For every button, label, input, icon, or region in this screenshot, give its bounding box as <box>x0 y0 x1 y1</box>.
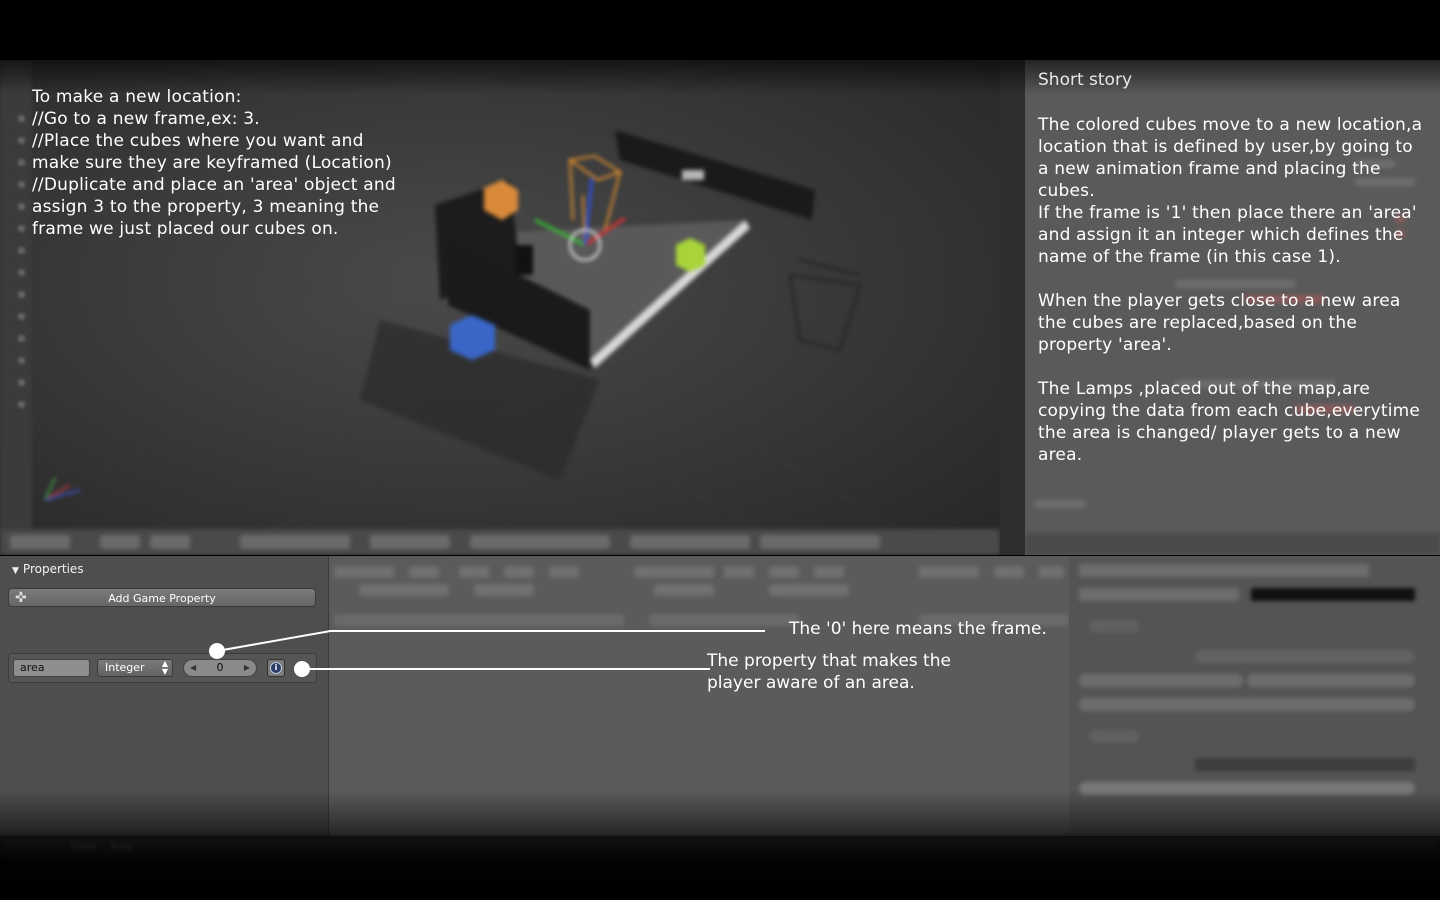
text-editor-header[interactable] <box>1025 533 1440 555</box>
tool-shelf-strip[interactable] <box>0 60 32 530</box>
logic-brick <box>504 566 534 578</box>
property-widget <box>1079 698 1415 711</box>
logic-brick <box>814 566 844 578</box>
logic-brick <box>769 566 799 578</box>
instructions-text: To make a new location: //Go to a new fr… <box>32 87 396 239</box>
property-widget <box>1089 730 1139 743</box>
property-type-label: Integer <box>105 661 145 674</box>
tool-shelf-dot <box>18 379 25 386</box>
logic-brick <box>654 584 714 596</box>
viewport-header[interactable] <box>0 529 1000 555</box>
logic-brick <box>634 566 714 578</box>
increment-arrow-icon[interactable]: ▶ <box>244 660 250 676</box>
tool-shelf-dot <box>18 225 25 232</box>
area-divider[interactable] <box>1000 60 1025 555</box>
header-menu-blob[interactable] <box>150 535 190 549</box>
info-icon: i <box>270 662 282 674</box>
game-property-row: area Integer ▲ ▼ ◀ 0 ▶ i <box>8 653 317 683</box>
tool-shelf-dot <box>18 203 25 210</box>
logic-brick <box>549 566 579 578</box>
tool-shelf-dot <box>18 137 25 144</box>
logic-brick <box>724 566 754 578</box>
logic-brick <box>459 566 489 578</box>
tool-shelf-dot <box>18 401 25 408</box>
decrement-arrow-icon[interactable]: ◀ <box>190 660 196 676</box>
callout-line-frame <box>329 630 765 632</box>
header-menu-blob[interactable] <box>760 535 880 549</box>
callout-dot-property <box>294 661 310 677</box>
collapse-triangle-icon[interactable]: ▼ <box>12 566 19 576</box>
logic-brick <box>994 566 1024 578</box>
callout-dot-frame <box>209 643 225 659</box>
property-widget <box>1079 674 1243 687</box>
object-properties-content <box>1069 556 1440 836</box>
story-title: Short story <box>1038 70 1132 90</box>
add-game-property-label: Add Game Property <box>108 592 216 605</box>
tool-shelf-dot <box>18 335 25 342</box>
logic-brick <box>474 584 534 596</box>
panel-title[interactable]: ▼ Properties <box>12 562 84 576</box>
header-menu-blob[interactable] <box>630 535 750 549</box>
property-widget <box>1251 588 1415 601</box>
tool-shelf-dot <box>18 159 25 166</box>
logic-editor-content <box>329 556 1069 836</box>
property-value-field[interactable]: ◀ 0 ▶ <box>183 659 257 677</box>
property-widget <box>1195 758 1415 771</box>
header-menu-blob[interactable] <box>470 535 610 549</box>
game-properties-panel: ▼ Properties ✜ Add Game Property area Int… <box>0 556 329 836</box>
object-properties-editor[interactable] <box>1069 556 1440 836</box>
header-menu-blob[interactable] <box>370 535 450 549</box>
story-body-text: The colored cubes move to a new location… <box>1038 115 1423 465</box>
header-menu-blob[interactable] <box>240 535 350 549</box>
logic-brick <box>334 566 394 578</box>
tool-shelf-dot <box>18 269 25 276</box>
annotation-frame: The '0' here means the frame. <box>789 619 1047 639</box>
tool-shelf-dot <box>18 115 25 122</box>
debug-info-toggle[interactable]: i <box>267 659 285 677</box>
updown-arrow-icon: ▲ ▼ <box>161 659 168 676</box>
panel-title-label: Properties <box>22 562 84 576</box>
annotation-property: The property that makes the player aware… <box>707 651 951 693</box>
property-widget <box>1089 620 1139 633</box>
tool-shelf-dot <box>18 247 25 254</box>
property-type-select[interactable]: Integer ▲ ▼ <box>97 659 173 677</box>
tool-shelf-dot <box>18 291 25 298</box>
property-widget <box>1195 650 1415 663</box>
logic-brick <box>334 614 624 626</box>
timeline-header[interactable]: View Add <box>0 836 1440 900</box>
green-cube <box>676 238 705 272</box>
tool-shelf-dot <box>18 357 25 364</box>
tool-shelf-dot <box>18 181 25 188</box>
tool-shelf-dot <box>18 313 25 320</box>
bottom-menu-view[interactable]: View <box>70 840 96 853</box>
plus-icon: ✜ <box>15 590 27 606</box>
logic-editor-area[interactable] <box>329 556 1069 836</box>
property-widget <box>1079 588 1239 601</box>
add-game-property-button[interactable]: ✜ Add Game Property <box>8 588 316 607</box>
logic-brick <box>409 566 439 578</box>
logic-brick <box>359 584 449 596</box>
logic-brick <box>1039 566 1064 578</box>
bottom-menu-add[interactable]: Add <box>110 840 131 853</box>
property-value: 0 <box>216 661 224 674</box>
header-menu-blob[interactable] <box>10 535 70 549</box>
logic-brick <box>769 584 849 596</box>
logic-brick <box>919 566 979 578</box>
property-widget <box>1079 782 1415 795</box>
property-name-field[interactable]: area <box>13 659 90 677</box>
timeline-header-bg <box>0 836 1440 858</box>
logic-brick <box>649 614 799 626</box>
code-line <box>1035 500 1085 508</box>
property-widget <box>1247 674 1415 687</box>
header-menu-blob[interactable] <box>100 535 140 549</box>
callout-line-property <box>302 668 710 670</box>
property-widget <box>1079 564 1369 577</box>
